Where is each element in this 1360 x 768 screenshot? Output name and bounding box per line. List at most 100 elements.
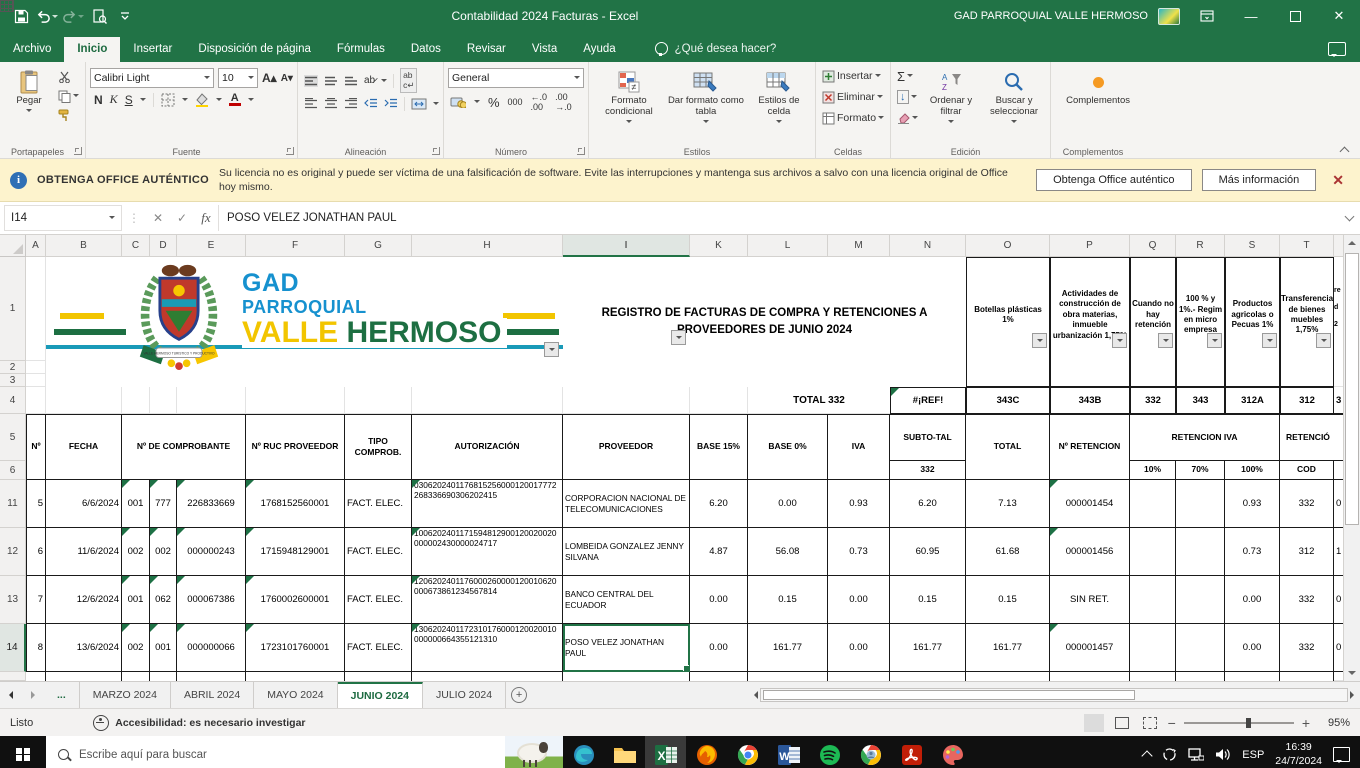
menu-tab-archivo[interactable]: Archivo [0, 37, 64, 62]
collapse-ribbon-icon[interactable] [1340, 146, 1350, 154]
partial-row-cell[interactable] [563, 672, 690, 681]
partial-row-cell[interactable] [890, 672, 966, 681]
language-indicator[interactable]: ESP [1242, 749, 1264, 761]
get-office-button[interactable]: Obtenga Office auténtico [1036, 169, 1192, 191]
font-color-icon[interactable]: A [229, 93, 241, 106]
paint-app-icon[interactable] [932, 736, 973, 768]
cell-c3-row14[interactable]: 000000066 [177, 624, 246, 672]
vertical-scroll-thumb[interactable] [1345, 253, 1359, 525]
partial-row-cell[interactable] [1280, 672, 1334, 681]
cell-tot-row11[interactable]: 7.13 [966, 480, 1050, 528]
col-header-T[interactable]: T [1280, 235, 1334, 257]
number-format-select[interactable]: General [448, 68, 584, 88]
empty-cell[interactable] [412, 387, 563, 414]
cell-c1-row13[interactable]: 001 [122, 576, 150, 624]
underline-icon[interactable]: S [125, 93, 133, 107]
partial-row-cell[interactable] [1050, 672, 1130, 681]
start-button[interactable] [0, 736, 46, 768]
cell-r70-row13[interactable] [1176, 576, 1225, 624]
chrome-app-icon[interactable] [727, 736, 768, 768]
header-n[interactable]: Nº [26, 414, 46, 480]
ribbon-display-options-icon[interactable] [1190, 2, 1224, 30]
sort-filter-button[interactable]: AZ Ordenar y filtrar [922, 65, 980, 126]
zoom-slider-thumb[interactable] [1246, 718, 1251, 728]
menu-tab-insertar[interactable]: Insertar [120, 37, 185, 62]
filter-dropdown-O[interactable] [1032, 333, 1047, 348]
zoom-out-icon[interactable]: − [1168, 715, 1176, 731]
find-select-button[interactable]: Buscar y seleccionar [982, 65, 1046, 126]
cell-tipo-row13[interactable]: FACT. ELEC. [345, 576, 412, 624]
undo-icon[interactable] [36, 5, 58, 27]
account-avatar[interactable] [1158, 8, 1180, 25]
insert-cells-button[interactable]: Insertar [820, 68, 886, 84]
scroll-down-icon[interactable] [1345, 665, 1359, 681]
code-cell-R[interactable]: 343 [1176, 387, 1225, 414]
col-header-A[interactable]: A [26, 235, 46, 257]
cell-nret-row14[interactable]: 000001457 [1050, 624, 1130, 672]
menu-tab-ayuda[interactable]: Ayuda [570, 37, 628, 62]
cell-b15-row14[interactable]: 0.00 [690, 624, 748, 672]
partial-row-cell[interactable] [1225, 672, 1280, 681]
header-tipo[interactable]: TIPO COMPROB. [345, 414, 412, 480]
menu-tab-disposición-de-página[interactable]: Disposición de página [185, 37, 324, 62]
header-retencion-iva[interactable]: RETENCION IVA [1130, 414, 1280, 461]
header-ret-100[interactable]: 100% [1225, 461, 1280, 480]
insert-function-icon[interactable]: fx [194, 202, 218, 234]
edge-app-icon[interactable] [563, 736, 604, 768]
cell-c3-row13[interactable]: 000067386 [177, 576, 246, 624]
addins-button[interactable]: Complementos [1055, 65, 1141, 107]
tax-header-P[interactable]: Actividades de construcción de obra mate… [1050, 257, 1130, 387]
sheet-tab-marzo-2024[interactable]: MARZO 2024 [80, 682, 171, 708]
cell-n-row13[interactable]: 7 [26, 576, 46, 624]
cell-prov-row11[interactable]: CORPORACION NACIONAL DE TELECOMUNICACION… [563, 480, 690, 528]
chrome-profile-app-icon[interactable] [850, 736, 891, 768]
cell-prov-row13[interactable]: BANCO CENTRAL DEL ECUADOR [563, 576, 690, 624]
decrease-indent-icon[interactable] [364, 98, 378, 110]
fill-button[interactable]: ↓ [895, 89, 920, 105]
col-header-P[interactable]: P [1050, 235, 1130, 257]
cell-cod-row14[interactable]: 332 [1280, 624, 1334, 672]
header-n-retencion[interactable]: Nº RETENCION [1050, 414, 1130, 480]
partial-row-cell[interactable] [46, 672, 122, 681]
menu-tab-fórmulas[interactable]: Fórmulas [324, 37, 398, 62]
page-layout-view-icon[interactable] [1112, 714, 1132, 732]
cell-c3-row12[interactable]: 000000243 [177, 528, 246, 576]
sheet-tab-overflow[interactable]: ... [44, 682, 80, 708]
cell-c1-row14[interactable]: 002 [122, 624, 150, 672]
page-break-view-icon[interactable] [1140, 714, 1160, 732]
cell-c1-row12[interactable]: 002 [122, 528, 150, 576]
enter-icon[interactable]: ✓ [170, 202, 194, 234]
align-bottom-icon[interactable] [344, 75, 358, 87]
autosum-button[interactable]: Σ [895, 68, 920, 84]
cell-c2-row13[interactable]: 062 [150, 576, 177, 624]
formula-input[interactable]: POSO VELEZ JONATHAN PAUL [218, 205, 1338, 231]
format-as-table-button[interactable]: Dar formato como tabla [667, 65, 745, 126]
cell-r70-row14[interactable] [1176, 624, 1225, 672]
cell-aut-row11[interactable]: 0306202401176815256000120017772268336690… [412, 480, 563, 528]
zoom-in-icon[interactable]: + [1302, 715, 1310, 731]
accessibility-status[interactable]: Accesibilidad: es necesario investigar [93, 715, 305, 731]
filter-dropdown-S[interactable] [1262, 333, 1277, 348]
cancel-icon[interactable]: ✕ [146, 202, 170, 234]
align-top-icon[interactable] [304, 75, 318, 87]
orientation-dropdown[interactable] [381, 79, 387, 85]
merge-dropdown[interactable] [433, 102, 439, 108]
wrap-text-icon[interactable]: abc↵ [400, 68, 417, 93]
empty-cell[interactable] [246, 387, 345, 414]
cell-b0-row12[interactable]: 56.08 [748, 528, 828, 576]
align-center-icon[interactable] [324, 98, 338, 110]
cell-cod-row13[interactable]: 332 [1280, 576, 1334, 624]
cell-iva-row11[interactable]: 0.93 [828, 480, 890, 528]
cell-b0-row13[interactable]: 0.15 [748, 576, 828, 624]
filter-dropdown-Q[interactable] [1158, 333, 1173, 348]
cell-c1-row11[interactable]: 001 [122, 480, 150, 528]
cell-aut-row12[interactable]: 1006202401171594812900120020020000002430… [412, 528, 563, 576]
header-retencion-next[interactable]: RETENCIÓ [1280, 414, 1344, 461]
font-name-select[interactable]: Calibri Light [90, 68, 214, 88]
col-header-S[interactable]: S [1225, 235, 1280, 257]
cell-c3-row11[interactable]: 226833669 [177, 480, 246, 528]
col-header-F[interactable]: F [246, 235, 345, 257]
header-base15[interactable]: BASE 15% [690, 414, 748, 480]
print-preview-icon[interactable] [88, 5, 110, 27]
code-cell-S[interactable]: 312A [1225, 387, 1280, 414]
